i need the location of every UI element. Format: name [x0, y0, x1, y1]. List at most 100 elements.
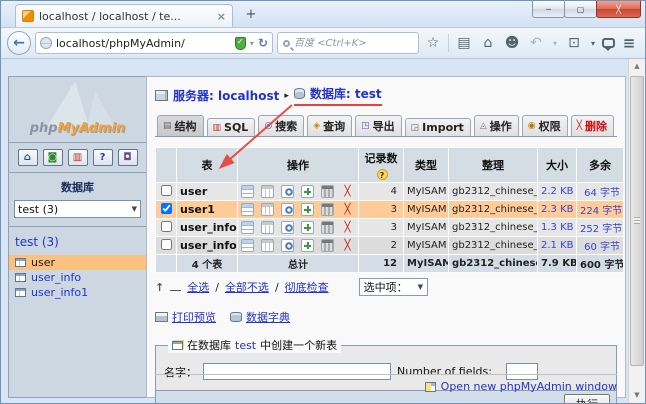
site-identity-icon[interactable]: [40, 37, 52, 49]
uncheck-all-link[interactable]: 全部不选: [225, 279, 269, 295]
breadcrumb-database-link[interactable]: 数据库: test: [310, 85, 382, 102]
insert-icon[interactable]: [301, 203, 314, 216]
row-checkbox[interactable]: [161, 185, 172, 196]
structure-icon[interactable]: [261, 185, 274, 198]
search-icon[interactable]: [281, 185, 294, 198]
check-overhead-link[interactable]: 彻底检查: [285, 279, 329, 295]
row-checkbox[interactable]: [161, 203, 172, 214]
tab-search[interactable]: ◎搜索: [258, 115, 304, 136]
breadcrumb: 服务器: localhost ▸ 数据库: test: [155, 85, 617, 106]
vertical-scrollbar[interactable]: ▲ ▼: [628, 59, 645, 403]
scroll-down-arrow[interactable]: ▼: [629, 388, 645, 403]
close-button[interactable]: ╳: [596, 1, 641, 18]
search-input[interactable]: [294, 38, 413, 49]
drop-icon[interactable]: ╳: [341, 185, 354, 198]
browse-icon[interactable]: [241, 221, 254, 234]
legend-suffix: 中创建一个新表: [260, 337, 337, 353]
with-selected-dropdown[interactable]: 选中项： ▼: [359, 278, 428, 296]
tab-sql[interactable]: ▥SQL: [207, 118, 256, 136]
row-checkbox[interactable]: [161, 239, 172, 250]
search-icon[interactable]: [281, 221, 294, 234]
search-icon[interactable]: [281, 239, 294, 252]
structure-icon[interactable]: [261, 221, 274, 234]
insert-icon[interactable]: [301, 221, 314, 234]
tab-close-button[interactable]: ×: [217, 10, 226, 23]
screenshot-caret-icon[interactable]: ▾: [588, 39, 598, 48]
records-help-icon[interactable]: ?: [377, 169, 388, 180]
undo-icon[interactable]: ↶: [526, 35, 546, 51]
tab-query[interactable]: ◈查询: [307, 115, 352, 136]
database-link[interactable]: test (3): [15, 235, 140, 249]
query-tab-icon: ◈: [313, 121, 320, 131]
undo-caret-icon[interactable]: ▾: [550, 39, 560, 48]
data-dictionary-link[interactable]: 数据字典: [230, 309, 290, 325]
table-name-link[interactable]: user_info: [177, 219, 237, 236]
page-viewport: phpMyAdmin ⌂ ◙ ▥ ? ◘ 数据库 test (3) ▼ test…: [1, 59, 645, 403]
table-name-link[interactable]: user_info1: [177, 237, 237, 254]
bookmark-star-icon[interactable]: ☆: [423, 35, 443, 51]
url-bar[interactable]: ▾ ↻: [35, 32, 273, 54]
tab-structure[interactable]: ▤结构: [157, 115, 204, 136]
sidebar-item-user[interactable]: user: [9, 255, 146, 270]
print-view-link[interactable]: 打印预览: [155, 309, 216, 325]
database-select[interactable]: test (3) ▼: [14, 200, 141, 218]
phpmyadmin-logo[interactable]: phpMyAdmin: [9, 77, 146, 143]
sidebar-item-user-info[interactable]: user_info: [9, 270, 146, 285]
row-checkbox[interactable]: [161, 221, 172, 232]
feedback-icon[interactable]: ☻: [502, 35, 522, 51]
scroll-up-arrow[interactable]: ▲: [629, 59, 645, 74]
minimize-button[interactable]: ─: [532, 1, 565, 18]
bookmarks-icon[interactable]: ▤: [454, 35, 474, 51]
home-nav-button[interactable]: ⌂: [18, 149, 38, 166]
insert-icon[interactable]: [301, 185, 314, 198]
url-input[interactable]: [56, 37, 231, 50]
empty-icon[interactable]: [321, 203, 334, 216]
empty-icon[interactable]: [321, 221, 334, 234]
browser-window: localhost / localhost / te... × + ─ ▢ ╳ …: [0, 0, 646, 404]
shield-icon[interactable]: [235, 37, 246, 50]
structure-icon[interactable]: [261, 239, 274, 252]
go-button[interactable]: 执行: [564, 394, 610, 404]
maximize-button[interactable]: ▢: [564, 1, 597, 18]
tab-privileges[interactable]: ◉权限: [522, 115, 568, 136]
tab-import[interactable]: ◲Import: [405, 118, 471, 136]
browse-icon[interactable]: [241, 203, 254, 216]
chat-bubble-icon[interactable]: [602, 38, 615, 48]
scrollbar-thumb[interactable]: [630, 76, 644, 366]
browse-icon[interactable]: [241, 185, 254, 198]
tab-export[interactable]: ◳导出: [355, 115, 402, 136]
empty-icon[interactable]: [321, 185, 334, 198]
reload-icon[interactable]: ↻: [258, 36, 268, 50]
table-name-link[interactable]: user: [177, 183, 237, 200]
drop-icon[interactable]: ╳: [341, 239, 354, 252]
drop-icon[interactable]: ╳: [341, 203, 354, 216]
search-bar[interactable]: [277, 32, 419, 54]
sidebar-item-user-info1[interactable]: user_info1: [9, 285, 146, 300]
screenshot-icon[interactable]: ⊡: [564, 35, 584, 51]
breadcrumb-server-link[interactable]: 服务器: localhost: [173, 87, 279, 104]
back-button[interactable]: ←: [7, 31, 31, 55]
search-icon[interactable]: [281, 203, 294, 216]
insert-icon[interactable]: [301, 239, 314, 252]
table-name-link[interactable]: user1: [177, 201, 237, 218]
browse-icon[interactable]: [241, 239, 254, 252]
query-window-button[interactable]: ◘: [118, 149, 138, 166]
home-icon[interactable]: ⌂: [478, 35, 498, 51]
url-dropdown-caret-icon[interactable]: ▾: [250, 39, 254, 48]
logout-nav-button[interactable]: ◙: [43, 149, 63, 166]
tab-drop[interactable]: ╳删除: [571, 115, 614, 136]
menu-icon[interactable]: ≡: [619, 34, 639, 52]
row-actions: ╳: [238, 237, 358, 254]
sql-window-button[interactable]: ▥: [68, 149, 88, 166]
help-button[interactable]: ?: [93, 149, 113, 166]
new-tab-button[interactable]: +: [239, 7, 263, 25]
legend-db-link[interactable]: test: [235, 339, 256, 352]
structure-icon[interactable]: [261, 203, 274, 216]
drop-icon[interactable]: ╳: [341, 221, 354, 234]
column-header-records: 记录数?: [359, 148, 403, 182]
check-all-link[interactable]: 全选: [187, 279, 209, 295]
open-new-window-link[interactable]: Open new phpMyAdmin window: [441, 380, 617, 393]
tab-operations[interactable]: ◬操作: [474, 115, 519, 136]
browser-tab[interactable]: localhost / localhost / te... ×: [15, 4, 233, 27]
empty-icon[interactable]: [321, 239, 334, 252]
